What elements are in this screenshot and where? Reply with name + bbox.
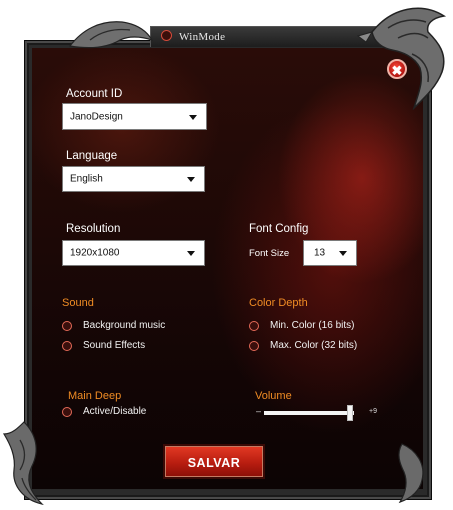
active-disable-label: Active/Disable	[83, 406, 147, 417]
chevron-down-icon	[339, 251, 347, 256]
min-color-label: Min. Color (16 bits)	[270, 320, 355, 331]
volume-slider-track[interactable]	[264, 411, 354, 415]
chevron-down-icon	[187, 177, 195, 182]
close-button[interactable]: ✖	[387, 59, 407, 79]
dragon-ornament-icon	[398, 443, 424, 504]
account-id-value: JanoDesign	[70, 111, 123, 122]
account-id-label: Account ID	[66, 88, 123, 100]
volume-max-label: +9	[369, 408, 377, 415]
radio-background-music[interactable]	[62, 321, 72, 331]
resolution-select[interactable]: 1920x1080	[62, 240, 205, 266]
language-label: Language	[66, 150, 118, 162]
volume-slider-thumb[interactable]	[346, 405, 353, 421]
max-color-label: Max. Color (32 bits)	[270, 340, 358, 351]
radio-sound-effects[interactable]	[62, 341, 72, 351]
language-select[interactable]: English	[62, 166, 205, 192]
font-config-label: Font Config	[249, 223, 309, 235]
main-deep-section-title: Main Deep	[68, 390, 122, 402]
background-music-label: Background music	[83, 320, 166, 331]
radio-max-color[interactable]	[249, 341, 259, 351]
language-value: English	[70, 173, 103, 185]
radio-active-disable[interactable]	[62, 407, 72, 417]
sound-effects-label: Sound Effects	[83, 340, 146, 351]
font-size-label: Font Size	[249, 248, 290, 259]
resolution-label: Resolution	[66, 223, 121, 235]
dragon-ornament-icon	[2, 421, 44, 506]
title-orb-icon	[161, 30, 172, 41]
volume-min-label: –	[256, 406, 262, 416]
color-depth-section-title: Color Depth	[249, 297, 308, 309]
font-size-value: 13	[314, 247, 326, 259]
sound-section-title: Sound	[62, 297, 94, 309]
font-size-select[interactable]: 13	[303, 240, 357, 266]
chevron-down-icon	[187, 251, 195, 256]
volume-section-title: Volume	[255, 390, 292, 402]
chevron-down-icon	[189, 114, 197, 120]
save-button[interactable]: SALVAR	[163, 444, 265, 479]
dragon-ornament-icon	[68, 21, 154, 49]
window-title: WinMode	[179, 31, 226, 43]
account-id-select[interactable]: JanoDesign	[62, 103, 207, 130]
close-icon: ✖	[391, 63, 403, 78]
resolution-value: 1920x1080	[70, 247, 120, 259]
radio-min-color[interactable]	[249, 321, 259, 331]
dragon-ornament-icon	[356, 7, 447, 110]
